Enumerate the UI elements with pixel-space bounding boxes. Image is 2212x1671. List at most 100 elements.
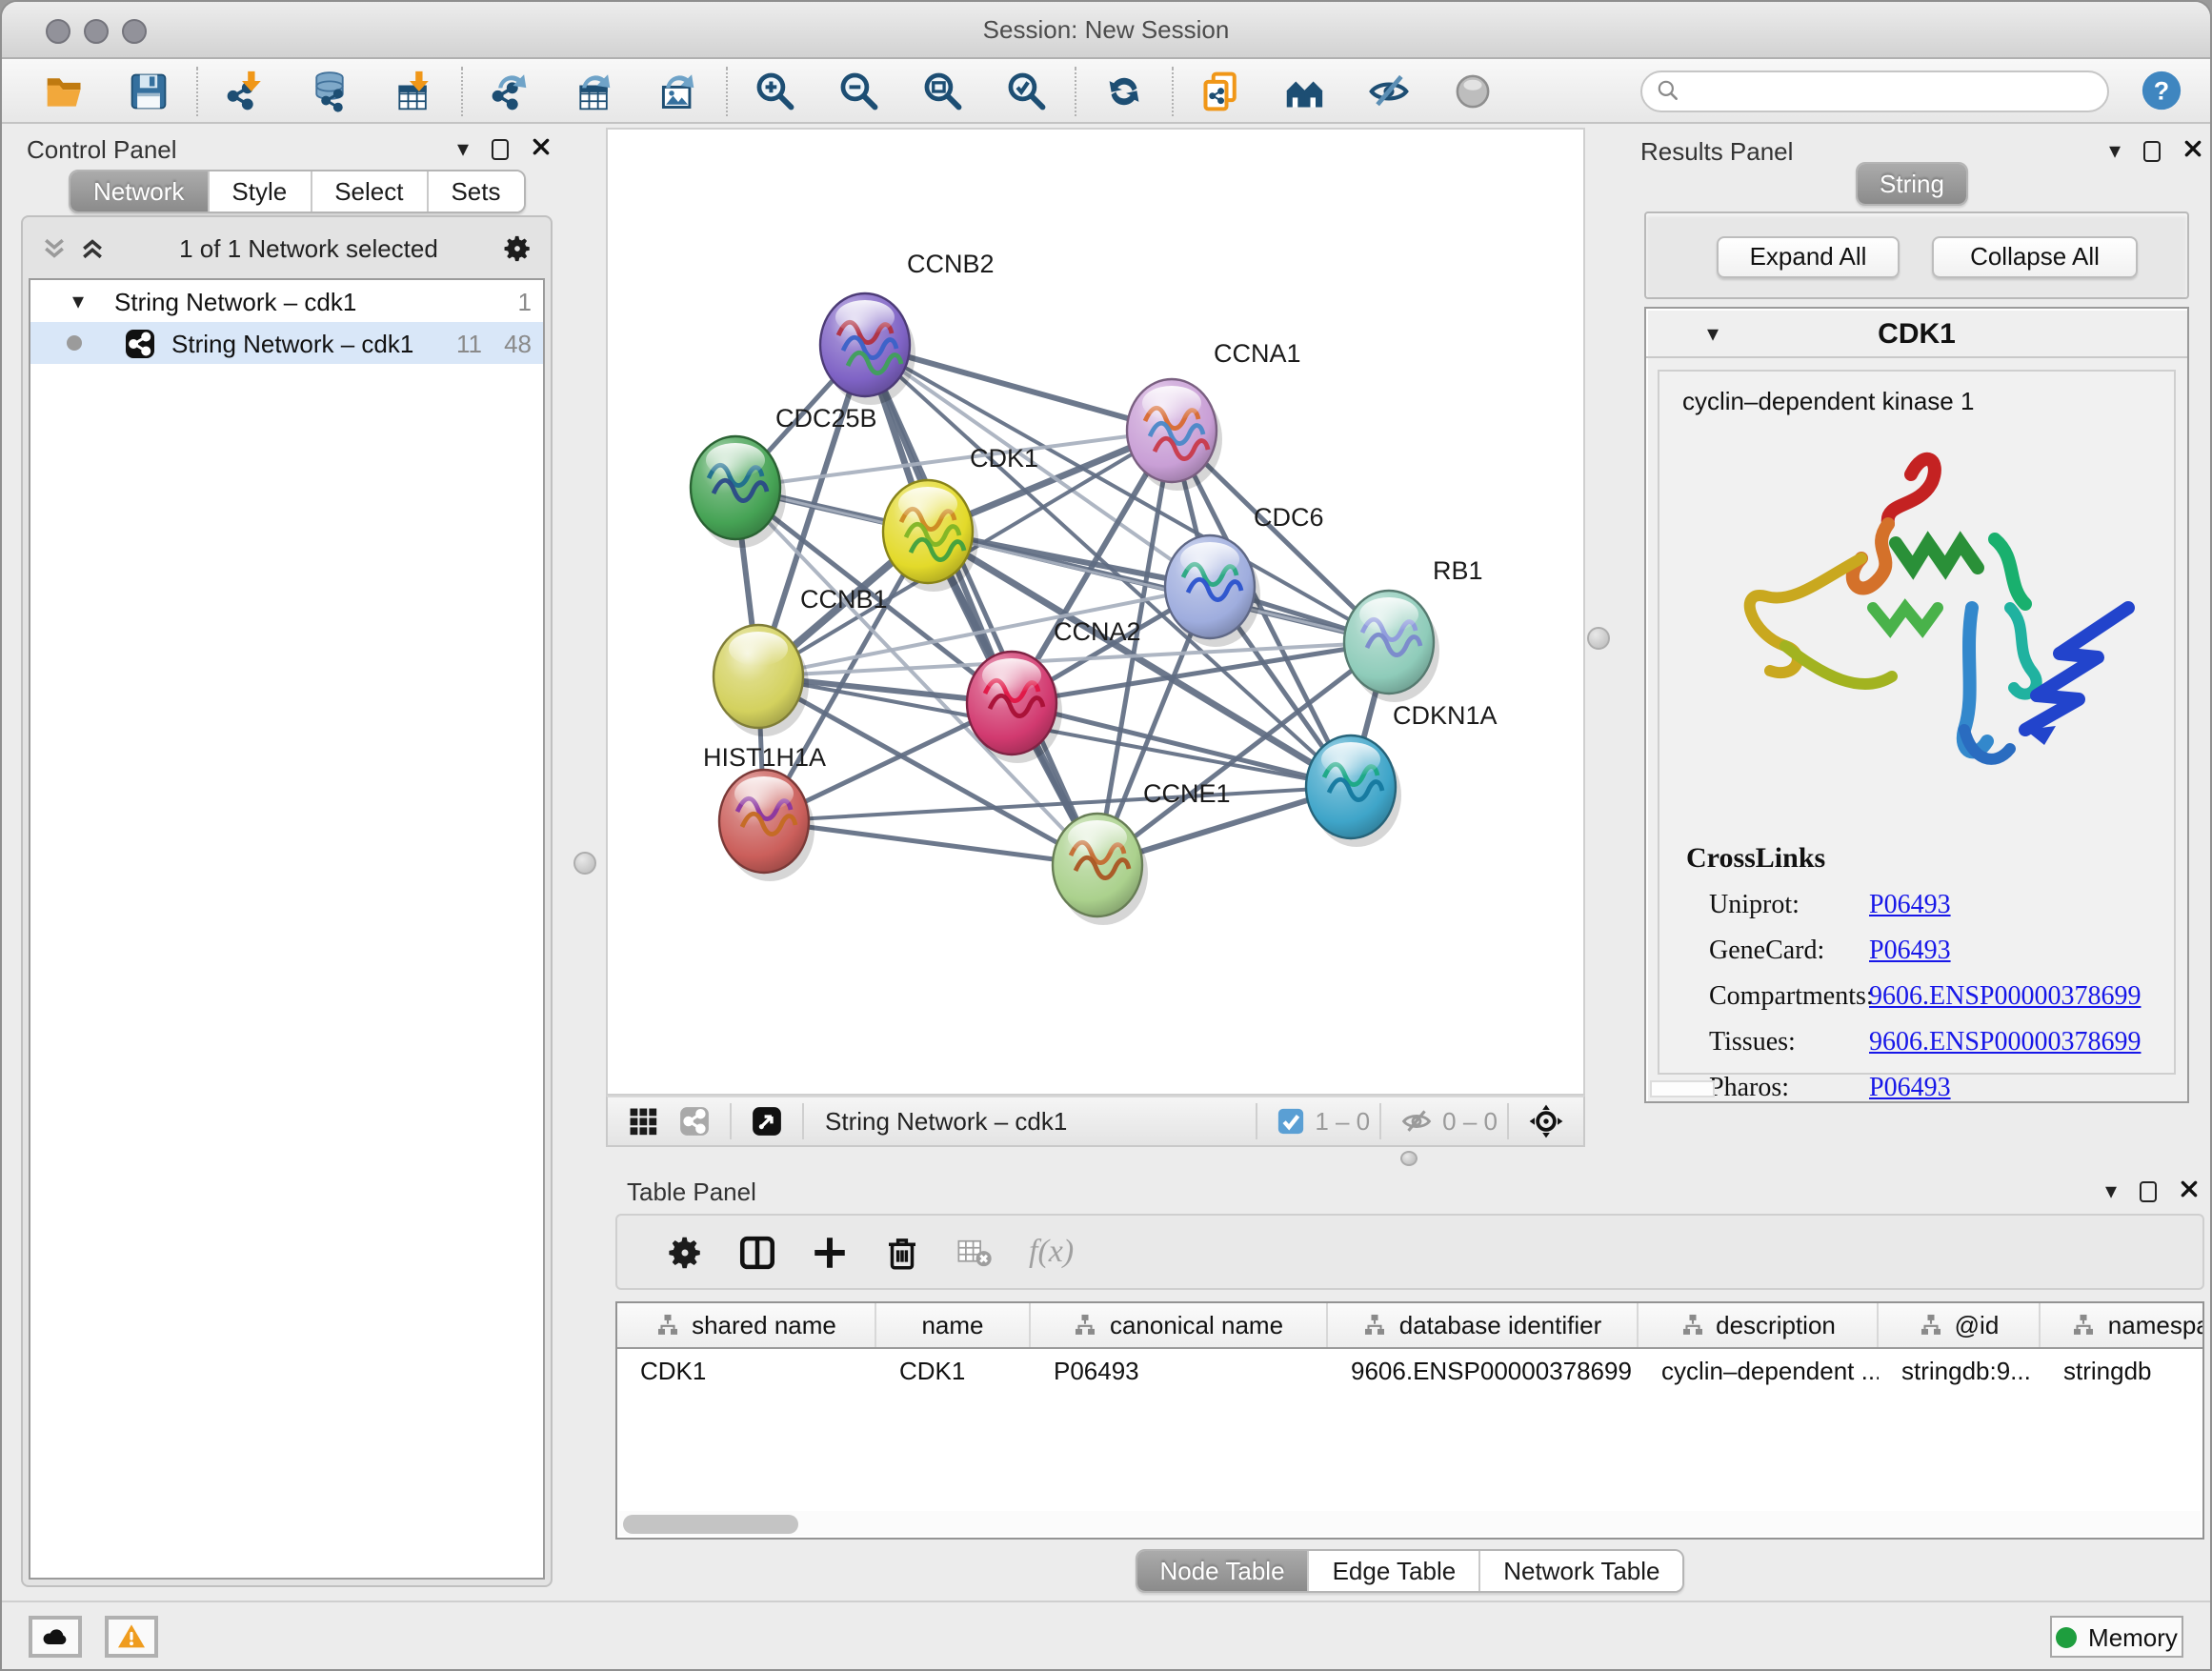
edge-CCNB2-CCNE1[interactable] xyxy=(865,345,1097,865)
table-cell[interactable]: 9606.ENSP00000378699 xyxy=(1328,1349,1639,1393)
node-CDKN1A[interactable]: CDKN1A xyxy=(1306,701,1498,847)
collection-expand-icon[interactable]: ▾ xyxy=(72,288,84,314)
export-network-button[interactable] xyxy=(490,70,532,111)
home-button[interactable] xyxy=(1284,70,1326,111)
tab-network[interactable]: Network xyxy=(70,171,209,211)
crosslink-link[interactable]: P06493 xyxy=(1869,1075,1951,1105)
search-text-field[interactable] xyxy=(1680,73,2107,108)
collapse-all-icon[interactable] xyxy=(40,235,69,260)
zoom-in-button[interactable] xyxy=(754,70,796,111)
birds-eye-view-icon[interactable] xyxy=(751,1105,783,1137)
toolbar-separator xyxy=(461,66,463,115)
control-panel-menu-icon[interactable]: ▾ xyxy=(457,135,469,162)
help-button[interactable]: ? xyxy=(2140,69,2183,112)
table-horizontal-scrollbar[interactable] xyxy=(619,1511,2201,1536)
node-CCNA1[interactable]: CCNA1 xyxy=(1127,339,1301,491)
tab-edge-table[interactable]: Edge Table xyxy=(1310,1551,1481,1591)
crosslink-link[interactable]: 9606.ENSP00000378699 xyxy=(1869,1029,2141,1059)
import-database-button[interactable] xyxy=(309,70,351,111)
left-panel-divider[interactable] xyxy=(566,128,606,1587)
tab-network-table[interactable]: Network Table xyxy=(1480,1551,1682,1591)
node-CCNB1[interactable]: CCNB1 xyxy=(714,585,888,736)
network-view-icon[interactable] xyxy=(678,1105,711,1137)
network-options-gear-icon[interactable] xyxy=(501,232,533,264)
export-image-button[interactable] xyxy=(657,70,699,111)
table-cell[interactable]: CDK1 xyxy=(617,1349,876,1393)
import-table-button[interactable] xyxy=(392,70,434,111)
crosslink-link[interactable]: P06493 xyxy=(1869,937,1951,968)
network-collection-row[interactable]: ▾ String Network – cdk1 1 xyxy=(30,280,543,322)
column-header-name[interactable]: name xyxy=(876,1303,1031,1347)
gene-collapse-icon[interactable]: ▾ xyxy=(1707,320,1719,347)
tab-select[interactable]: Select xyxy=(312,171,428,211)
table-cell[interactable]: CDK1 xyxy=(876,1349,1031,1393)
save-button[interactable] xyxy=(128,70,170,111)
left-divider-handle[interactable] xyxy=(573,852,596,875)
column-header-canonical-name[interactable]: canonical name xyxy=(1031,1303,1328,1347)
window-title: Session: New Session xyxy=(2,15,2210,44)
crosslink-link[interactable]: P06493 xyxy=(1869,892,1951,922)
control-panel-float-icon[interactable] xyxy=(492,138,509,159)
warning-button[interactable] xyxy=(105,1616,158,1658)
node-CDC6[interactable]: CDC6 xyxy=(1165,503,1324,647)
table-options-gear-icon[interactable] xyxy=(664,1232,704,1272)
horizontal-divider-handle[interactable] xyxy=(1400,1151,1418,1166)
horizontal-panel-divider[interactable] xyxy=(606,1147,2212,1168)
table-cell[interactable]: cyclin–dependent ... xyxy=(1639,1349,1879,1393)
table-row[interactable]: CDK1CDK1P064939606.ENSP00000378699cyclin… xyxy=(617,1349,2202,1393)
column-header-shared-name[interactable]: shared name xyxy=(617,1303,876,1347)
zoom-fit-button[interactable] xyxy=(922,70,964,111)
search-input[interactable] xyxy=(1640,70,2109,111)
import-network-button[interactable] xyxy=(225,70,267,111)
tab-node-table[interactable]: Node Table xyxy=(1136,1551,1309,1591)
crosslink-link[interactable]: 9606.ENSP00000378699 xyxy=(1869,983,2141,1014)
export-table-button[interactable] xyxy=(573,70,615,111)
column-header-description[interactable]: description xyxy=(1639,1303,1879,1347)
show-orb-button[interactable] xyxy=(1452,70,1494,111)
column-header-database-identifier[interactable]: database identifier xyxy=(1328,1303,1639,1347)
results-panel-float-icon[interactable] xyxy=(2143,140,2161,161)
table-cell[interactable]: stringdb:9... xyxy=(1879,1349,2041,1393)
gene-section-header[interactable]: ▾ CDK1 xyxy=(1646,309,2187,358)
zoom-selected-button[interactable] xyxy=(1006,70,1048,111)
fit-content-crosshair-icon[interactable] xyxy=(1528,1103,1564,1139)
node-HIST1H1A[interactable]: HIST1H1A xyxy=(703,743,826,881)
tab-string[interactable]: String xyxy=(1857,164,1967,204)
open-button[interactable] xyxy=(44,70,86,111)
table-panel-menu-icon[interactable]: ▾ xyxy=(2105,1178,2117,1204)
selected-checkbox-icon[interactable] xyxy=(1277,1107,1305,1136)
tab-style[interactable]: Style xyxy=(209,171,312,211)
cloud-button[interactable] xyxy=(29,1616,82,1658)
table-panel-float-icon[interactable] xyxy=(2140,1180,2157,1201)
scrollbar-thumb[interactable] xyxy=(623,1514,798,1533)
node-CCNB2[interactable]: CCNB2 xyxy=(820,250,995,405)
network-canvas[interactable]: CCNB2CCNA1CDC25BCDK1CDC6RB1CCNB1CCNA2CDK… xyxy=(606,128,1585,1096)
table-cell[interactable]: P06493 xyxy=(1031,1349,1328,1393)
table-cell[interactable]: stringdb xyxy=(2041,1349,2204,1393)
hide-selected-button[interactable] xyxy=(1368,70,1410,111)
delete-column-icon[interactable] xyxy=(881,1232,921,1272)
expand-all-icon[interactable] xyxy=(78,235,107,260)
copy-style-button[interactable] xyxy=(1200,70,1242,111)
show-columns-icon[interactable] xyxy=(736,1232,776,1272)
right-divider-handle[interactable] xyxy=(1587,627,1610,650)
zoom-out-button[interactable] xyxy=(838,70,880,111)
grid-view-icon[interactable] xyxy=(627,1105,659,1137)
expand-all-button[interactable]: Expand All xyxy=(1717,236,1900,278)
control-panel-close-icon[interactable] xyxy=(532,131,551,166)
table-panel-close-icon[interactable] xyxy=(2180,1174,2199,1208)
tab-sets[interactable]: Sets xyxy=(428,171,523,211)
memory-button[interactable]: Memory xyxy=(2050,1616,2183,1658)
collapse-all-button[interactable]: Collapse All xyxy=(1932,236,2138,278)
network-row[interactable]: String Network – cdk1 11 48 xyxy=(30,322,543,364)
refresh-button[interactable] xyxy=(1103,70,1145,111)
column-header-namespace[interactable]: namespace xyxy=(2041,1303,2204,1347)
results-panel-menu-icon[interactable]: ▾ xyxy=(2109,137,2121,164)
node-label-CCNE1: CCNE1 xyxy=(1143,779,1231,808)
create-column-icon[interactable] xyxy=(809,1232,849,1272)
results-scrollbar-stub[interactable] xyxy=(1650,1080,1715,1097)
column-header-@id[interactable]: @id xyxy=(1879,1303,2041,1347)
hidden-eye-icon[interactable] xyxy=(1400,1105,1433,1137)
node-RB1[interactable]: RB1 xyxy=(1344,556,1483,702)
right-panel-divider[interactable] xyxy=(1585,128,1610,1147)
